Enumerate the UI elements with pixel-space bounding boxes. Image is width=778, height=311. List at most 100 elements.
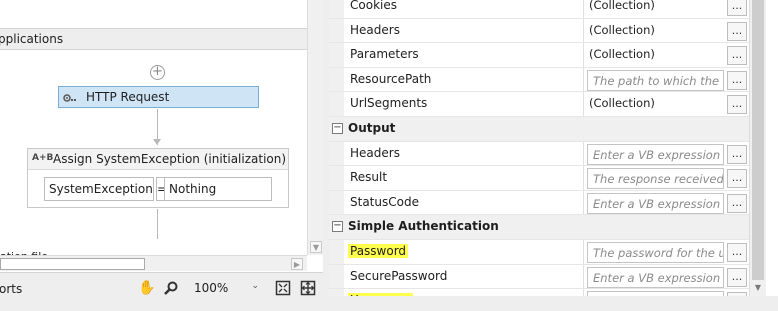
category-label: Output bbox=[348, 121, 396, 135]
column-divider bbox=[583, 92, 584, 116]
activity-title: Assign SystemException (initialization) bbox=[53, 152, 287, 166]
property-category[interactable]: − Output bbox=[329, 117, 749, 142]
assign-activity[interactable]: A+B Assign SystemException (initializati… bbox=[27, 148, 289, 208]
property-value-input[interactable]: The path to which the file bbox=[587, 69, 724, 91]
column-divider bbox=[583, 264, 584, 289]
connector-arrow bbox=[153, 139, 161, 145]
column-divider bbox=[583, 18, 584, 43]
property-name: Parameters bbox=[350, 47, 419, 62]
ellipsis-button[interactable]: ... bbox=[727, 95, 747, 115]
property-name: Headers bbox=[350, 22, 400, 37]
column-divider bbox=[583, 190, 584, 215]
property-value-input[interactable]: Enter a VB expression bbox=[587, 266, 724, 288]
designer-canvas[interactable]: + HTTP Request A+B Assign SystemExceptio… bbox=[0, 51, 307, 255]
row-gutter bbox=[329, 190, 344, 215]
scroll-down-arrow-icon[interactable]: ▼ bbox=[310, 241, 322, 253]
property-value: (Collection) bbox=[589, 96, 655, 111]
column-divider bbox=[583, 43, 584, 67]
overview-icon[interactable] bbox=[300, 280, 316, 296]
imports-tab[interactable]: orts bbox=[0, 282, 22, 296]
category-label: Simple Authentication bbox=[348, 219, 499, 234]
ellipsis-button[interactable]: ... bbox=[727, 243, 747, 262]
property-name: UrlSegments bbox=[350, 96, 428, 111]
property-row[interactable]: Result The response received fro... bbox=[329, 166, 749, 191]
activity-title: HTTP Request bbox=[86, 90, 170, 104]
ellipsis-button[interactable]: ... bbox=[727, 70, 747, 90]
assign-activity-header: A+B Assign SystemException (initializati… bbox=[28, 149, 288, 170]
ellipsis-button[interactable]: ... bbox=[727, 0, 747, 16]
row-gutter bbox=[329, 289, 344, 296]
designer-status-bar: orts ✋ 100% ⌄ bbox=[0, 272, 323, 311]
row-gutter bbox=[329, 67, 344, 92]
zoom-dropdown[interactable]: 100% ⌄ bbox=[191, 279, 263, 297]
property-name: SecurePassword bbox=[350, 268, 448, 283]
row-gutter bbox=[329, 0, 344, 18]
scrollbar-thumb[interactable] bbox=[752, 0, 764, 280]
row-gutter bbox=[329, 43, 344, 67]
ellipsis-button[interactable]: ... bbox=[727, 169, 747, 189]
chevron-down-icon: ⌄ bbox=[251, 281, 259, 291]
property-name: StatusCode bbox=[350, 194, 419, 209]
property-value: (Collection) bbox=[589, 47, 655, 62]
scroll-right-arrow-icon[interactable]: ▶ bbox=[291, 258, 303, 270]
workflow-designer: pplications + HTTP Request A+B Assign Sy… bbox=[0, 0, 323, 311]
property-value-input[interactable]: Enter a VB expression bbox=[587, 192, 724, 214]
row-gutter bbox=[329, 264, 344, 289]
property-value-input[interactable]: The response received fro bbox=[587, 168, 724, 190]
property-name: Headers bbox=[350, 145, 400, 160]
property-name: Cookies bbox=[350, 0, 397, 12]
ellipsis-button[interactable]: ... bbox=[727, 21, 747, 41]
properties-panel: Cookies (Collection)... Headers (Collection… bbox=[329, 0, 778, 311]
collapse-toggle-icon[interactable]: − bbox=[332, 123, 343, 134]
property-row[interactable]: Parameters (Collection)... bbox=[329, 43, 749, 68]
connector-line bbox=[157, 209, 158, 239]
ellipsis-button[interactable]: ... bbox=[727, 193, 747, 213]
column-divider bbox=[583, 166, 584, 190]
property-category[interactable]: − Simple Authentication bbox=[329, 215, 749, 240]
assign-value-field[interactable]: Nothing bbox=[164, 177, 272, 201]
breadcrumb[interactable]: pplications bbox=[0, 32, 63, 46]
row-gutter bbox=[329, 141, 344, 166]
row-gutter bbox=[329, 240, 344, 264]
designer-horizontal-scrollbar[interactable]: ▶ bbox=[0, 255, 307, 271]
collapse-toggle-icon[interactable]: − bbox=[332, 221, 343, 233]
property-name: Password bbox=[348, 244, 409, 258]
add-activity-icon[interactable]: + bbox=[150, 65, 165, 80]
column-divider bbox=[583, 141, 584, 166]
property-row[interactable]: Password The password for the use... bbox=[329, 240, 749, 265]
ellipsis-button[interactable]: ... bbox=[727, 46, 747, 66]
properties-vertical-scrollbar[interactable]: ▼ bbox=[749, 0, 766, 296]
property-row[interactable]: ResourcePath The path to which the file..… bbox=[329, 67, 749, 93]
zoom-value: 100% bbox=[194, 281, 229, 295]
http-request-activity[interactable]: HTTP Request bbox=[58, 86, 259, 108]
property-value-input[interactable]: The password for the use bbox=[587, 242, 724, 263]
property-name: ResourcePath bbox=[350, 71, 432, 86]
property-row[interactable]: UsernameA username for the auter... bbox=[329, 289, 749, 296]
row-gutter bbox=[329, 18, 344, 43]
panel-edge bbox=[766, 0, 778, 296]
ellipsis-button[interactable]: ... bbox=[727, 267, 747, 287]
property-name: Result bbox=[350, 170, 388, 185]
property-row[interactable]: SecurePassword Enter a VB expression... bbox=[329, 264, 749, 290]
property-row[interactable]: Cookies (Collection)... bbox=[329, 0, 749, 19]
property-value: (Collection) bbox=[589, 0, 655, 12]
designer-vertical-scrollbar[interactable]: ▼ bbox=[307, 0, 323, 255]
property-row[interactable]: Headers Enter a VB expression... bbox=[329, 141, 749, 167]
magnifier-icon[interactable] bbox=[163, 280, 179, 296]
designer-breadcrumb-bar: pplications bbox=[0, 28, 307, 50]
fit-to-screen-icon[interactable] bbox=[275, 280, 291, 296]
property-value-input[interactable]: Enter a VB expression bbox=[587, 143, 724, 165]
scrollbar-thumb[interactable] bbox=[0, 258, 145, 270]
gear-icon bbox=[63, 94, 76, 102]
property-row[interactable]: StatusCode Enter a VB expression... bbox=[329, 190, 749, 216]
property-row[interactable]: UrlSegments (Collection)... bbox=[329, 92, 749, 117]
column-divider bbox=[583, 240, 584, 264]
property-row[interactable]: Headers (Collection)... bbox=[329, 18, 749, 44]
scroll-down-arrow-icon[interactable]: ▼ bbox=[752, 282, 764, 294]
row-gutter bbox=[329, 92, 344, 116]
panel-footer bbox=[329, 296, 778, 311]
ellipsis-button[interactable]: ... bbox=[727, 144, 747, 164]
hand-icon[interactable]: ✋ bbox=[138, 280, 155, 296]
assign-icon: A+B bbox=[32, 153, 54, 163]
assign-to-field[interactable]: SystemException bbox=[44, 177, 154, 201]
